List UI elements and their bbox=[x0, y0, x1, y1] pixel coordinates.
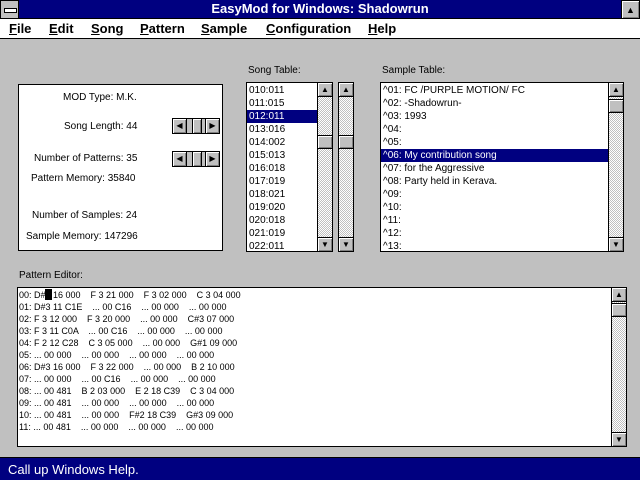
sample-memory-label: Sample Memory: 147296 bbox=[26, 231, 138, 242]
system-menu-button[interactable] bbox=[0, 0, 19, 19]
module-info-panel: MOD Type: M.K. Song Length: 44 ◀ ▶ Numbe… bbox=[18, 84, 223, 251]
pattern-row[interactable]: 03: F 3 11 C0A ... 00 C16 ... 00 000 ...… bbox=[18, 325, 626, 337]
sample-table-label: Sample Table: bbox=[382, 65, 446, 76]
pattern-row[interactable]: 05: ... 00 000 ... 00 000 ... 00 000 ...… bbox=[18, 349, 626, 361]
song-table-label: Song Table: bbox=[248, 65, 301, 76]
song-length-label: Song Length: 44 bbox=[64, 121, 138, 132]
scroll-thumb[interactable] bbox=[192, 152, 202, 166]
window-title: EasyMod for Windows: Shadowrun bbox=[211, 1, 429, 16]
menu-bar: File Edit Song Pattern Sample Configurat… bbox=[0, 19, 640, 39]
sample-table-row[interactable]: ^13: bbox=[381, 240, 623, 251]
sample-table-row[interactable]: ^04: bbox=[381, 123, 623, 136]
pattern-row[interactable]: 00: D#3 16 000 F 3 21 000 F 3 02 000 C 3… bbox=[18, 289, 626, 301]
pattern-editor[interactable]: 00: D#3 16 000 F 3 21 000 F 3 02 000 C 3… bbox=[17, 287, 627, 447]
status-bar: Call up Windows Help. bbox=[0, 457, 640, 480]
scroll-thumb[interactable] bbox=[192, 119, 202, 133]
num-patterns-label: Number of Patterns: 35 bbox=[34, 153, 138, 164]
song-length-scrollbar[interactable]: ◀ ▶ bbox=[172, 118, 220, 134]
menu-sample[interactable]: Sample bbox=[201, 21, 247, 36]
arrow-up-icon[interactable]: ▲ bbox=[609, 83, 623, 97]
sample-table-list[interactable]: ^01: FC /PURPLE MOTION/ FC ^02: -Shadowru… bbox=[380, 82, 624, 252]
song-position-scrollbar[interactable]: ▲ ▼ bbox=[338, 82, 354, 252]
sample-table-row[interactable]: ^07: for the Aggressive bbox=[381, 162, 623, 175]
pattern-memory-label: Pattern Memory: 35840 bbox=[31, 173, 136, 184]
sample-table-row[interactable]: ^03: 1993 bbox=[381, 110, 623, 123]
pattern-row[interactable]: 11: ... 00 481 ... 00 000 ... 00 000 ...… bbox=[18, 421, 626, 433]
sample-table-row[interactable]: ^12: bbox=[381, 227, 623, 240]
arrow-up-icon[interactable]: ▲ bbox=[612, 288, 626, 302]
sample-table-row[interactable]: ^09: bbox=[381, 188, 623, 201]
arrow-right-icon[interactable]: ▶ bbox=[205, 119, 219, 133]
title-bar: EasyMod for Windows: Shadowrun ▲ bbox=[0, 0, 640, 19]
pattern-row[interactable]: 04: F 2 12 C28 C 3 05 000 ... 00 000 G#1… bbox=[18, 337, 626, 349]
num-samples-label: Number of Samples: 24 bbox=[32, 210, 138, 221]
song-table-scrollbar[interactable]: ▲ ▼ bbox=[317, 83, 332, 251]
arrow-up-icon[interactable]: ▲ bbox=[339, 83, 353, 97]
sample-table-row[interactable]: ^05: bbox=[381, 136, 623, 149]
sample-table-row[interactable]: ^08: Party held in Kerava. bbox=[381, 175, 623, 188]
patterns-scrollbar[interactable]: ◀ ▶ bbox=[172, 151, 220, 167]
menu-song[interactable]: Song bbox=[91, 21, 124, 36]
pattern-row[interactable]: 08: ... 00 481 B 2 03 000 E 2 18 C39 C 3… bbox=[18, 385, 626, 397]
arrow-left-icon[interactable]: ◀ bbox=[173, 119, 187, 133]
pattern-editor-label: Pattern Editor: bbox=[19, 270, 83, 281]
sample-table-row[interactable]: ^01: FC /PURPLE MOTION/ FC bbox=[381, 84, 623, 97]
edit-cursor bbox=[45, 289, 52, 300]
scroll-thumb[interactable] bbox=[339, 135, 353, 149]
menu-edit[interactable]: Edit bbox=[49, 21, 74, 36]
song-table-list[interactable]: 010:011 011:015 012:011 013:016 014:002 015:0… bbox=[246, 82, 333, 252]
pattern-row[interactable]: 09: ... 00 481 ... 00 000 ... 00 000 ...… bbox=[18, 397, 626, 409]
arrow-left-icon[interactable]: ◀ bbox=[173, 152, 187, 166]
arrow-down-icon[interactable]: ▼ bbox=[318, 237, 332, 251]
menu-file[interactable]: File bbox=[9, 21, 31, 36]
pattern-row[interactable]: 06: D#3 16 000 F 3 22 000 ... 00 000 B 2… bbox=[18, 361, 626, 373]
menu-pattern[interactable]: Pattern bbox=[140, 21, 185, 36]
pattern-editor-scrollbar[interactable]: ▲ ▼ bbox=[611, 288, 626, 446]
arrow-up-icon: ▲ bbox=[626, 4, 635, 15]
arrow-down-icon[interactable]: ▼ bbox=[339, 237, 353, 251]
pattern-row[interactable]: 07: ... 00 000 ... 00 C16 ... 00 000 ...… bbox=[18, 373, 626, 385]
arrow-down-icon[interactable]: ▼ bbox=[612, 432, 626, 446]
sample-table-scrollbar[interactable]: ▲ ▼ bbox=[608, 83, 623, 251]
sample-table-row[interactable]: ^06: My contribution song bbox=[381, 149, 623, 162]
mod-type-label: MOD Type: M.K. bbox=[63, 92, 137, 103]
pattern-row[interactable]: 02: F 3 12 000 F 3 20 000 ... 00 000 C#3… bbox=[18, 313, 626, 325]
arrow-down-icon[interactable]: ▼ bbox=[609, 237, 623, 251]
pattern-row[interactable]: 10: ... 00 481 ... 00 000 F#2 18 C39 G#3… bbox=[18, 409, 626, 421]
sample-table-row[interactable]: ^11: bbox=[381, 214, 623, 227]
sample-table-row[interactable]: ^10: bbox=[381, 201, 623, 214]
scroll-thumb[interactable] bbox=[612, 303, 626, 317]
maximize-button[interactable]: ▲ bbox=[621, 0, 640, 19]
pattern-row[interactable]: 01: D#3 11 C1E ... 00 C16 ... 00 000 ...… bbox=[18, 301, 626, 313]
sample-table-row[interactable]: ^02: -Shadowrun- bbox=[381, 97, 623, 110]
easymod-window: EasyMod for Windows: Shadowrun ▲ File Ed… bbox=[0, 0, 640, 480]
arrow-right-icon[interactable]: ▶ bbox=[205, 152, 219, 166]
menu-configuration[interactable]: Configuration bbox=[266, 21, 351, 36]
scroll-thumb[interactable] bbox=[609, 99, 623, 113]
menu-help[interactable]: Help bbox=[368, 21, 396, 36]
scroll-thumb[interactable] bbox=[318, 135, 332, 149]
arrow-up-icon[interactable]: ▲ bbox=[318, 83, 332, 97]
